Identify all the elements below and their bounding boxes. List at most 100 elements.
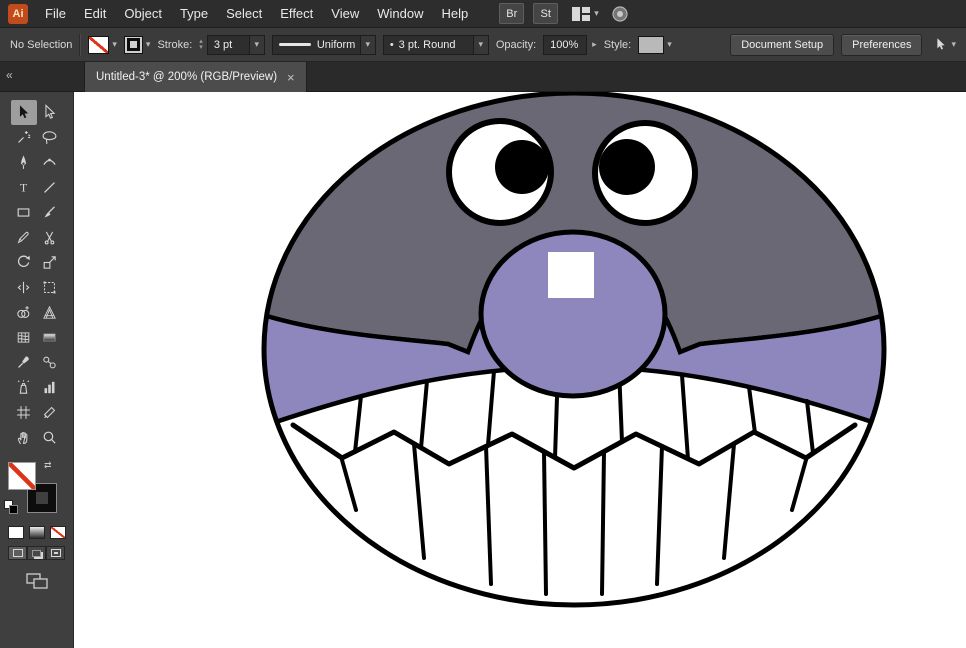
rectangle-tool[interactable] <box>11 200 37 225</box>
stroke-label: Stroke: <box>157 39 192 51</box>
pencil-tool[interactable] <box>11 225 37 250</box>
app-shortcut-buttons: Br St <box>499 3 558 24</box>
opacity-flyout-icon[interactable]: ▸ <box>592 39 597 50</box>
zoom-tool[interactable] <box>37 425 63 450</box>
width-tool[interactable] <box>11 275 37 300</box>
opacity-label: Opacity: <box>496 39 536 51</box>
artboard-tool[interactable] <box>11 400 37 425</box>
menu-file[interactable]: File <box>36 6 75 21</box>
caret-down-icon: ▾ <box>479 40 484 49</box>
column-graph-tool-icon <box>41 379 58 396</box>
stepper-down-icon[interactable]: ▾ <box>199 45 203 51</box>
caret-down-icon: ▾ <box>366 40 371 49</box>
none-slash-icon <box>51 527 65 538</box>
draw-inside-button[interactable] <box>46 546 65 560</box>
line-segment-tool[interactable] <box>37 175 63 200</box>
artboard[interactable] <box>74 92 966 648</box>
menu-help[interactable]: Help <box>432 6 477 21</box>
app-button-br[interactable]: Br <box>499 3 524 24</box>
preferences-button[interactable]: Preferences <box>841 34 922 56</box>
type-tool[interactable] <box>11 175 37 200</box>
rotate-tool[interactable] <box>11 250 37 275</box>
lasso-tool-icon <box>41 129 58 146</box>
eyedropper-tool-icon <box>15 354 32 371</box>
blend-tool[interactable] <box>37 350 63 375</box>
screen-mode-button[interactable] <box>0 573 73 590</box>
mesh-tool[interactable] <box>11 325 37 350</box>
stroke-color-control[interactable]: ▾ <box>124 36 151 54</box>
nose[interactable] <box>481 232 665 396</box>
tab-close-button[interactable]: × <box>287 70 295 85</box>
pen-tool[interactable] <box>11 150 37 175</box>
none-slash-icon <box>9 463 35 489</box>
left-pupil <box>495 140 549 194</box>
workspace-icon <box>572 7 590 21</box>
draw-behind-button[interactable] <box>27 546 46 560</box>
stroke-weight-select[interactable]: 3 pt ▾ <box>207 35 265 55</box>
workspace-switcher[interactable]: ▾ <box>572 7 599 21</box>
paintbrush-tool[interactable] <box>37 200 63 225</box>
paintbrush-tool-icon <box>41 204 58 221</box>
color-button[interactable] <box>8 526 24 539</box>
lasso-tool[interactable] <box>37 125 63 150</box>
curvature-tool[interactable] <box>37 150 63 175</box>
selection-tool[interactable] <box>11 100 37 125</box>
share-screen-button[interactable] <box>611 5 629 23</box>
style-select[interactable]: ▾ <box>638 36 672 54</box>
magic-wand-tool-icon <box>15 129 32 146</box>
fill-stroke-widget: ⇄ <box>0 460 73 518</box>
right-eye[interactable] <box>595 123 695 223</box>
artboard-tool-icon <box>15 404 32 421</box>
eyedropper-tool[interactable] <box>11 350 37 375</box>
zoom-tool-icon <box>41 429 58 446</box>
collapse-panel-button[interactable]: « <box>6 68 13 82</box>
selection-tool-icon <box>15 104 32 121</box>
width-tool-icon <box>15 279 32 296</box>
stroke-weight-value: 3 pt <box>214 39 232 51</box>
opacity-select[interactable]: 100% <box>543 35 587 55</box>
divider <box>79 34 81 56</box>
width-profile-select[interactable]: Uniform ▾ <box>272 35 376 55</box>
slice-tool[interactable] <box>37 400 63 425</box>
gradient-tool[interactable] <box>37 325 63 350</box>
fill-color-swatch[interactable] <box>8 462 36 490</box>
menu-type[interactable]: Type <box>171 6 217 21</box>
default-colors-icon[interactable] <box>4 500 18 514</box>
direct-selection-tool[interactable] <box>37 100 63 125</box>
tools-panel: ⇄ <box>0 92 74 648</box>
hand-tool[interactable] <box>11 425 37 450</box>
scissors-tool[interactable] <box>37 225 63 250</box>
app-button-st[interactable]: St <box>533 3 558 24</box>
pen-tool-icon <box>15 154 32 171</box>
document-tab[interactable]: Untitled-3* @ 200% (RGB/Preview) × <box>84 62 307 92</box>
app-logo-icon: Ai <box>8 4 28 24</box>
shape-builder-tool-icon <box>15 304 32 321</box>
none-button[interactable] <box>50 526 66 539</box>
menu-object[interactable]: Object <box>115 6 171 21</box>
perspective-grid-tool[interactable] <box>37 300 63 325</box>
draw-normal-button[interactable] <box>8 546 27 560</box>
symbol-sprayer-tool-icon <box>15 379 32 396</box>
left-eye[interactable] <box>449 121 551 223</box>
symbol-sprayer-tool[interactable] <box>11 375 37 400</box>
menu-view[interactable]: View <box>322 6 368 21</box>
fill-color-control[interactable]: ▾ <box>88 36 117 54</box>
cursor-icon <box>933 37 948 52</box>
magic-wand-tool[interactable] <box>11 125 37 150</box>
column-graph-tool[interactable] <box>37 375 63 400</box>
brush-definition-select[interactable]: • 3 pt. Round ▾ <box>383 35 489 55</box>
menu-effect[interactable]: Effect <box>271 6 322 21</box>
canvas[interactable] <box>74 92 966 648</box>
stroke-weight-stepper[interactable]: ▴ ▾ <box>199 39 203 51</box>
shape-builder-tool[interactable] <box>11 300 37 325</box>
selection-options-button[interactable]: ▾ <box>933 37 956 52</box>
free-transform-tool[interactable] <box>37 275 63 300</box>
gradient-button[interactable] <box>29 526 45 539</box>
menu-window[interactable]: Window <box>368 6 432 21</box>
swap-colors-icon[interactable]: ⇄ <box>44 460 52 471</box>
scale-tool[interactable] <box>37 250 63 275</box>
menu-select[interactable]: Select <box>217 6 271 21</box>
caret-down-icon: ▾ <box>112 40 117 49</box>
document-setup-button[interactable]: Document Setup <box>730 34 834 56</box>
menu-edit[interactable]: Edit <box>75 6 115 21</box>
